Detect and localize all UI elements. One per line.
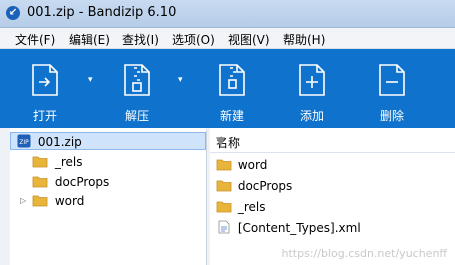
open-dropdown-arrow-icon[interactable]: ▾ [88,75,93,85]
folder-icon [216,180,232,192]
tree-item-label: _rels [54,155,83,169]
list-item-content-types[interactable]: [Content_Types].xml [216,218,361,238]
list-item-label: docProps [237,179,293,193]
tree-item-label: docProps [54,175,110,189]
extract-zip-icon [124,64,150,96]
list-item-docprops[interactable]: docProps [216,176,292,196]
extract-dropdown-arrow-icon[interactable]: ▾ [178,75,183,85]
new-archive-icon [219,64,245,96]
tree-item-label: word [54,194,85,208]
add-label: 添加 [299,109,324,123]
menu-find[interactable]: 查找(I) [122,31,159,48]
folder-icon [32,195,48,207]
delete-label: 删除 [379,109,404,123]
open-label: 打开 [32,109,57,123]
open-button[interactable]: 打开 [15,49,75,128]
list-item-label: [Content_Types].xml [237,221,361,235]
list-item-word[interactable]: word [216,155,267,175]
list-item-label: word [237,158,268,172]
new-button[interactable]: 新建 [202,49,262,128]
window-title: 001.zip - Bandizip 6.10 [27,5,177,20]
menu-options[interactable]: 选项(O) [172,31,215,48]
tree-root-label: 001.zip [37,135,82,149]
xml-file-icon [218,220,230,234]
add-button[interactable]: 添加 [282,49,342,128]
folder-icon [32,176,48,188]
toolbar: 打开 ▾ 解压 ▾ 新建 添加 删除 [0,49,455,128]
extract-button[interactable]: 解压 [107,49,167,128]
tree-item-word[interactable]: word [32,192,84,210]
folder-icon [32,156,48,168]
tree-root-item[interactable]: ZIP 001.zip [10,132,206,150]
column-header-name[interactable]: 名称 ▼ [210,130,455,153]
folder-tree-pane: ZIP 001.zip _rels docProps ▷ word [10,130,207,265]
delete-file-icon [379,64,405,96]
watermark-text: https://blog.csdn.net/yuchenff [281,247,447,260]
open-file-icon [32,64,58,96]
new-label: 新建 [219,109,244,123]
menu-file[interactable]: 文件(F) [15,31,55,48]
left-margin [0,128,10,265]
expand-arrow-icon[interactable]: ▷ [20,196,26,205]
menu-edit[interactable]: 编辑(E) [69,31,110,48]
folder-icon [216,201,232,213]
delete-button[interactable]: 删除 [362,49,422,128]
bandizip-app-icon[interactable]: ↙ [6,6,20,20]
list-item-label: _rels [237,200,266,214]
title-bar: ↙ 001.zip - Bandizip 6.10 [0,0,455,28]
extract-label: 解压 [124,109,149,123]
file-list-pane: 名称 ▼ word docProps _rels [Content_Types]… [210,130,455,265]
add-file-icon [299,64,325,96]
folder-icon [216,159,232,171]
menu-bar: 文件(F) 编辑(E) 查找(I) 选项(O) 视图(V) 帮助(H) [0,28,455,49]
zip-archive-icon: ZIP [17,134,31,148]
tree-item-docprops[interactable]: docProps [32,173,109,191]
menu-help[interactable]: 帮助(H) [283,31,325,48]
svg-text:ZIP: ZIP [19,139,29,146]
sort-arrow-icon: ▼ [216,134,226,148]
menu-view[interactable]: 视图(V) [228,31,270,48]
list-item-rels[interactable]: _rels [216,197,265,217]
tree-item-rels[interactable]: _rels [32,153,82,171]
